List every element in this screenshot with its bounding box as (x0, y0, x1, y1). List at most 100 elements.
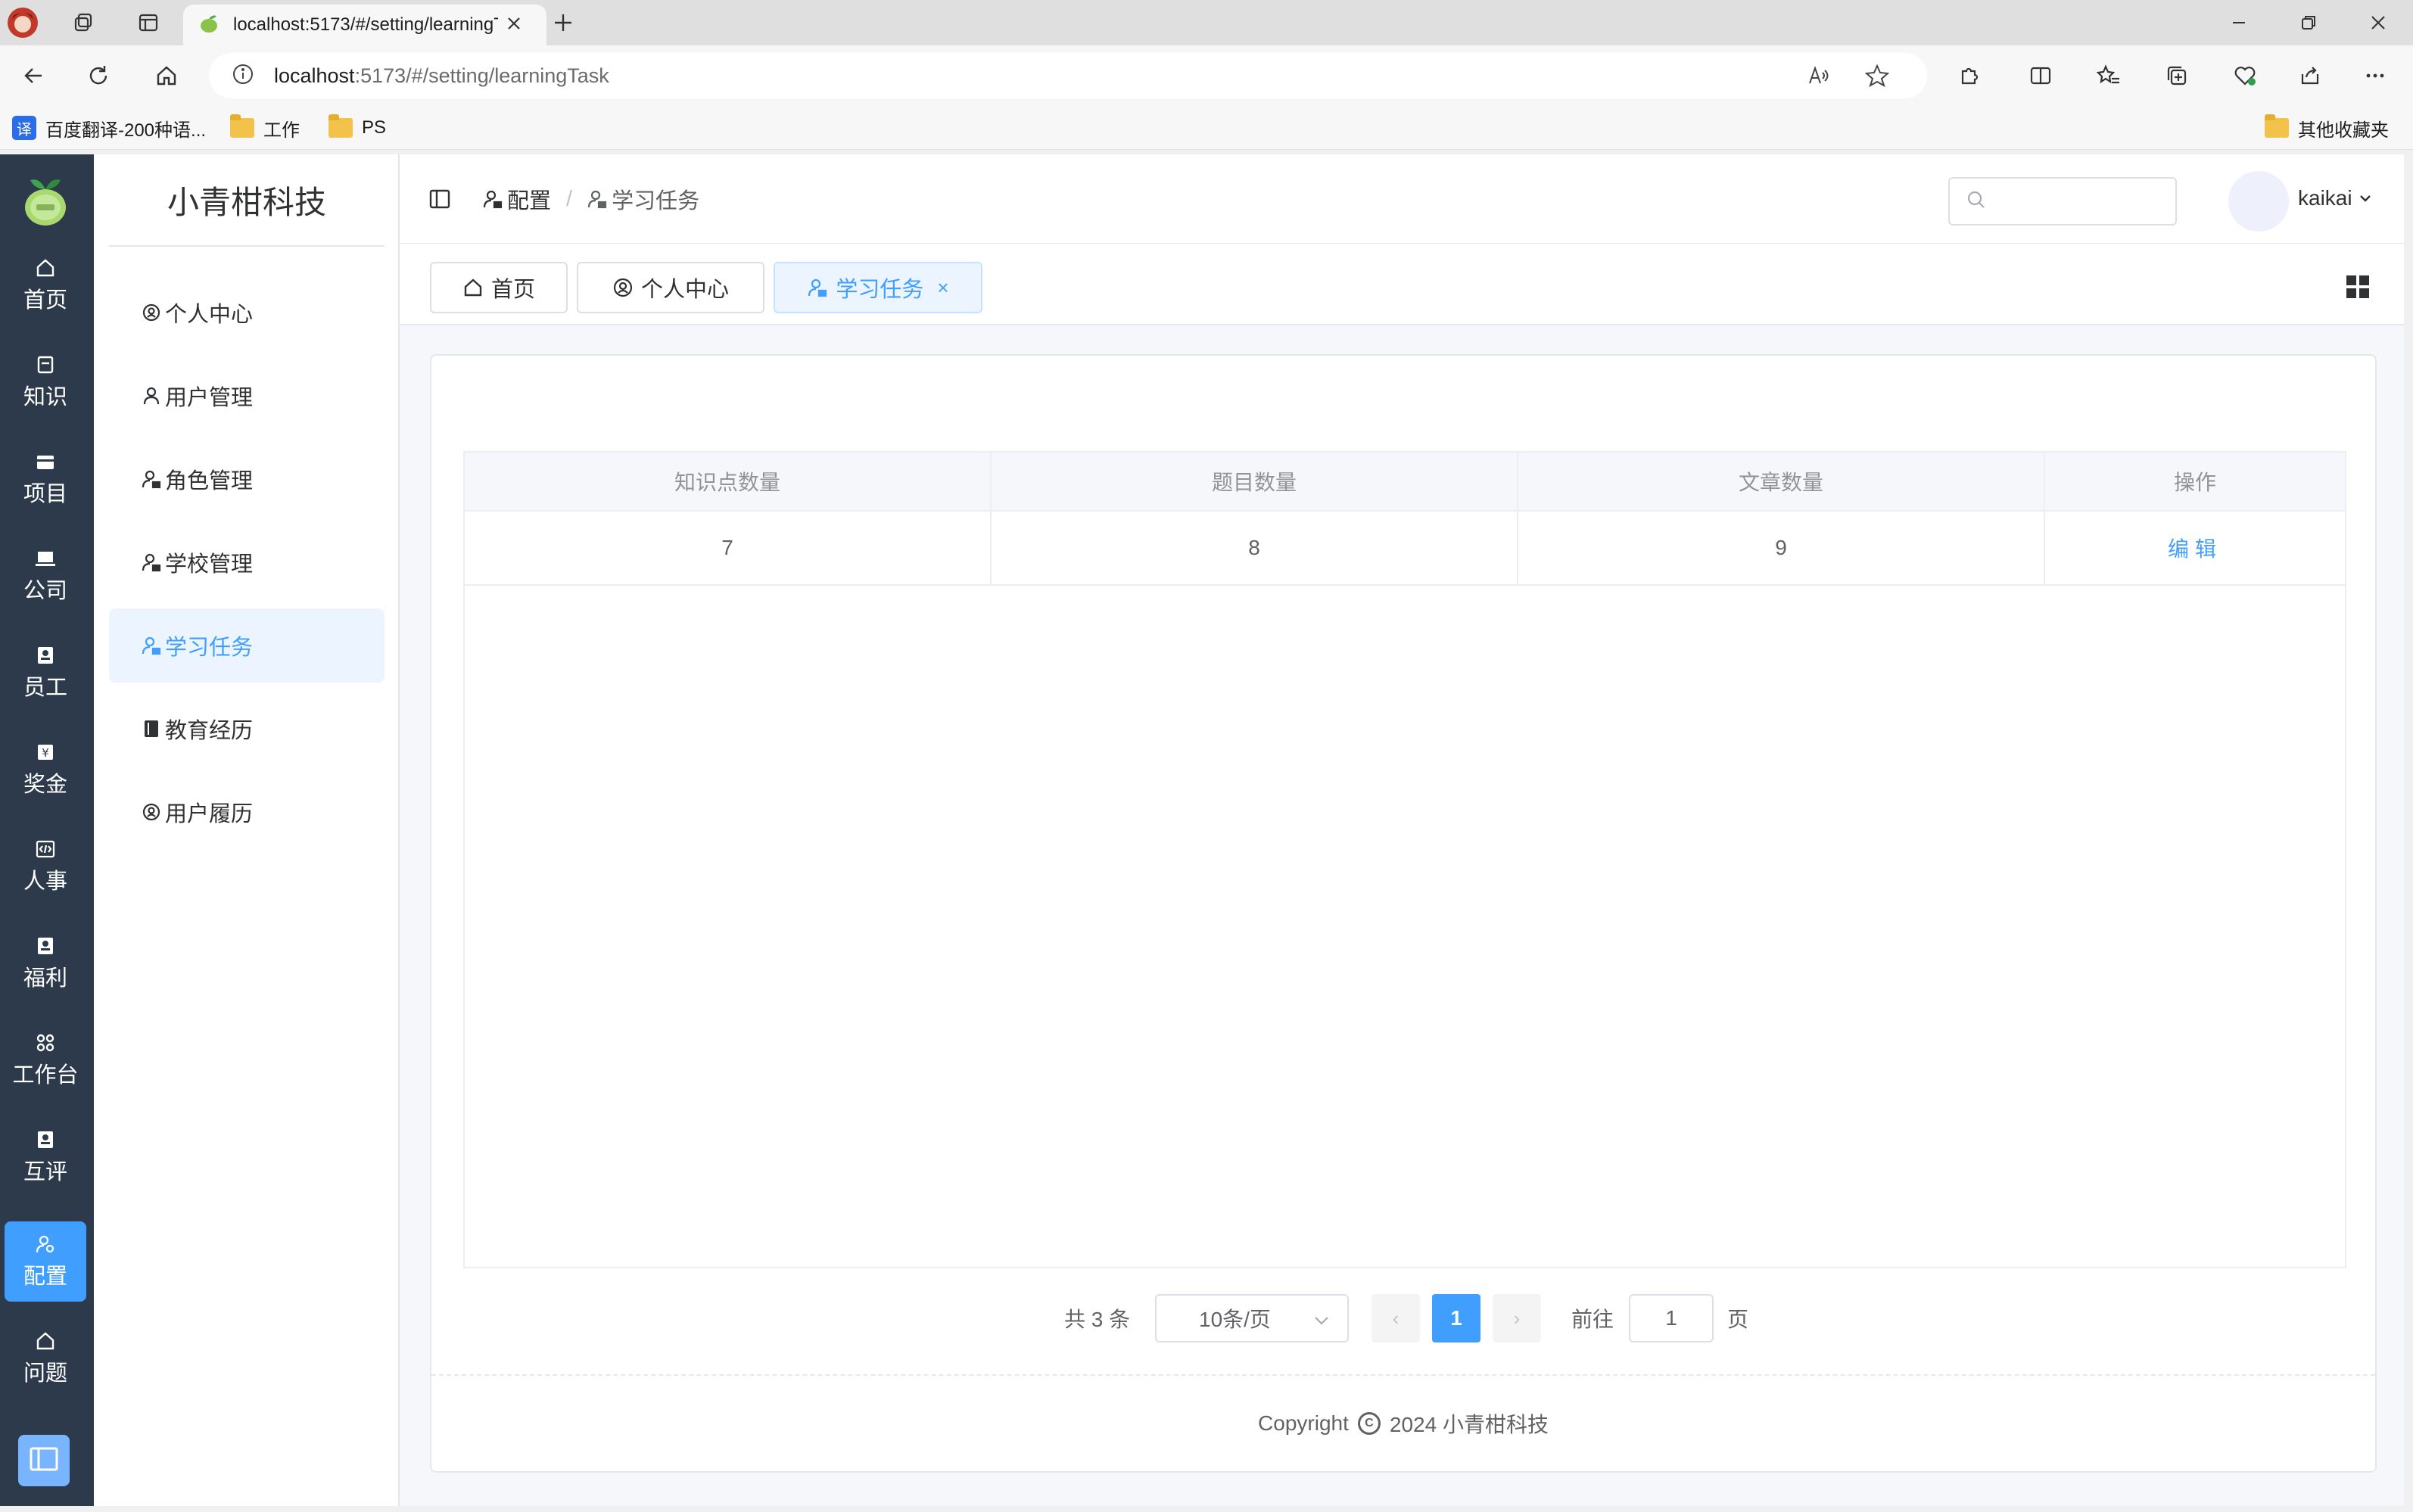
breadcrumb-separator: / (566, 186, 573, 211)
submenu-item-school-management[interactable]: 学校管理 (109, 525, 385, 599)
chevron-down-icon (1312, 1311, 1331, 1335)
top-header: 配置 / 学习任务 kaikai (400, 154, 2404, 244)
favorite-baidu-fanyi[interactable]: 译 百度翻译-200种语... (12, 114, 206, 142)
user-lock-icon (141, 635, 162, 656)
tags-menu-grid-icon[interactable] (2346, 275, 2369, 298)
submenu-item-role-management[interactable]: 角色管理 (109, 442, 385, 516)
pagination-total: 共 3 条 (1064, 1308, 1131, 1331)
folder-icon (34, 450, 57, 473)
url-text: localhost:5173/#/setting/learningTask (274, 64, 609, 87)
cell-knowledge-count: 7 (465, 512, 992, 584)
favorite-folder-ps[interactable]: PS (328, 114, 386, 142)
badge-icon (34, 1128, 57, 1151)
tab-close-icon[interactable] (506, 15, 522, 36)
share-icon[interactable] (2287, 54, 2333, 97)
browser-essentials-icon[interactable] (2222, 54, 2268, 97)
collapse-sidebar-icon[interactable] (427, 186, 453, 212)
user-menu[interactable]: kaikai (2298, 186, 2372, 210)
rail-item-projects[interactable]: 项目 (5, 439, 86, 519)
rail-item-knowledge[interactable]: 知识 (5, 342, 86, 422)
sidebar-panel-icon (30, 1447, 58, 1475)
rail-item-settings[interactable]: 配置 (5, 1221, 86, 1302)
home-icon (34, 1330, 57, 1352)
extensions-icon[interactable] (1947, 54, 1992, 97)
split-screen-icon[interactable] (2018, 54, 2063, 97)
folder-icon (328, 114, 353, 138)
refresh-icon[interactable] (76, 54, 121, 97)
rail-item-welfare[interactable]: 福利 (5, 923, 86, 1003)
main-nav-rail: 首页 知识 项目 公司 员工 ¥ 奖金 人事 福利 工作台 互评 配置 问题 (0, 154, 94, 1506)
pagination: 共 3 条 10条/页 ‹ 1 › 前往 1 页 (431, 1294, 2375, 1342)
search-icon (1966, 190, 1986, 213)
sidebar-toggle-button[interactable] (18, 1435, 70, 1486)
more-menu-icon[interactable] (2352, 54, 2398, 97)
rail-item-company[interactable]: 公司 (5, 536, 86, 616)
home-icon (462, 277, 484, 298)
browser-tab[interactable]: localhost:5173/#/setting/learningTask (183, 5, 546, 45)
tag-learning-task[interactable]: 学习任务 × (774, 262, 982, 313)
rail-item-issues[interactable]: 问题 (5, 1318, 86, 1398)
chevron-down-icon (2359, 191, 2372, 205)
home-icon (34, 257, 57, 279)
workspaces-icon[interactable] (64, 5, 103, 41)
rail-item-bonus[interactable]: ¥ 奖金 (5, 730, 86, 810)
rail-item-workbench[interactable]: 工作台 (5, 1020, 86, 1100)
minimize-icon[interactable] (2204, 0, 2274, 45)
tag-personal-center[interactable]: 个人中心 (577, 262, 764, 313)
breadcrumb-item-settings[interactable]: 配置 (483, 183, 551, 215)
back-icon[interactable] (11, 54, 56, 97)
favorites-icon[interactable] (2086, 54, 2131, 97)
close-window-icon[interactable] (2343, 0, 2413, 45)
restore-icon[interactable] (2274, 0, 2343, 45)
location-icon (612, 277, 634, 298)
prev-page-button[interactable]: ‹ (1372, 1294, 1420, 1342)
badge-icon (34, 644, 57, 667)
submenu-item-personal-center[interactable]: 个人中心 (109, 275, 385, 350)
folder-icon (230, 114, 254, 138)
rail-item-hr[interactable]: 人事 (5, 826, 86, 907)
tab-actions-icon[interactable] (129, 5, 168, 41)
laptop-icon (34, 547, 57, 570)
header-search-input[interactable] (1948, 177, 2177, 226)
user-lock-icon (587, 189, 607, 209)
other-favorites-folder[interactable]: 其他收藏夹 (2265, 114, 2389, 142)
breadcrumb-item-learning-task: 学习任务 (587, 183, 699, 215)
visited-tags-bar: 首页 个人中心 学习任务 × (400, 244, 2404, 325)
app-logo-icon (23, 174, 68, 227)
tag-close-icon[interactable]: × (937, 276, 948, 300)
page-size-select[interactable]: 10条/页 (1155, 1294, 1349, 1342)
content-card: 知识点数量 题目数量 文章数量 操作 7 8 9 编辑 共 3 条 10条/页 … (430, 354, 2377, 1473)
favorite-folder-work[interactable]: 工作 (230, 114, 300, 142)
tab-title: localhost:5173/#/setting/learningTask (233, 14, 498, 35)
new-tab-icon[interactable] (543, 5, 583, 41)
goto-page-input[interactable]: 1 (1629, 1294, 1714, 1342)
tag-home[interactable]: 首页 (430, 262, 568, 313)
submenu-item-user-resume[interactable]: 用户履历 (109, 775, 385, 849)
goto-label: 前往 (1571, 1308, 1614, 1331)
rail-item-review[interactable]: 互评 (5, 1117, 86, 1197)
page-number-current[interactable]: 1 (1432, 1294, 1480, 1342)
home-browser-icon[interactable] (144, 54, 189, 97)
user-lock-icon (483, 189, 503, 209)
url-input[interactable]: localhost:5173/#/setting/learningTask (209, 53, 1927, 98)
user-lock-icon (807, 277, 828, 298)
learning-task-table: 知识点数量 题目数量 文章数量 操作 7 8 9 编辑 (463, 451, 2346, 1268)
table-header: 知识点数量 题目数量 文章数量 操作 (465, 453, 2345, 512)
info-icon[interactable] (232, 63, 254, 89)
copyright-icon: C (1357, 1412, 1381, 1435)
cell-actions: 编辑 (2045, 512, 2345, 584)
submenu-item-learning-task[interactable]: 学习任务 (109, 608, 385, 683)
read-aloud-icon[interactable] (1806, 64, 1830, 92)
next-page-button[interactable]: › (1493, 1294, 1541, 1342)
rail-item-home[interactable]: 首页 (5, 245, 86, 325)
tab-favicon-icon (198, 13, 220, 38)
favorite-star-icon[interactable] (1864, 64, 1890, 92)
submenu-item-user-management[interactable]: 用户管理 (109, 359, 385, 433)
rail-item-staff[interactable]: 员工 (5, 633, 86, 713)
cell-article-count: 9 (1518, 512, 2045, 584)
edit-button[interactable]: 编辑 (2168, 533, 2222, 563)
avatar[interactable] (2228, 171, 2289, 232)
collections-icon[interactable] (2154, 54, 2200, 97)
profile-avatar[interactable] (3, 5, 42, 41)
submenu-item-education[interactable]: 教育经历 (109, 692, 385, 766)
